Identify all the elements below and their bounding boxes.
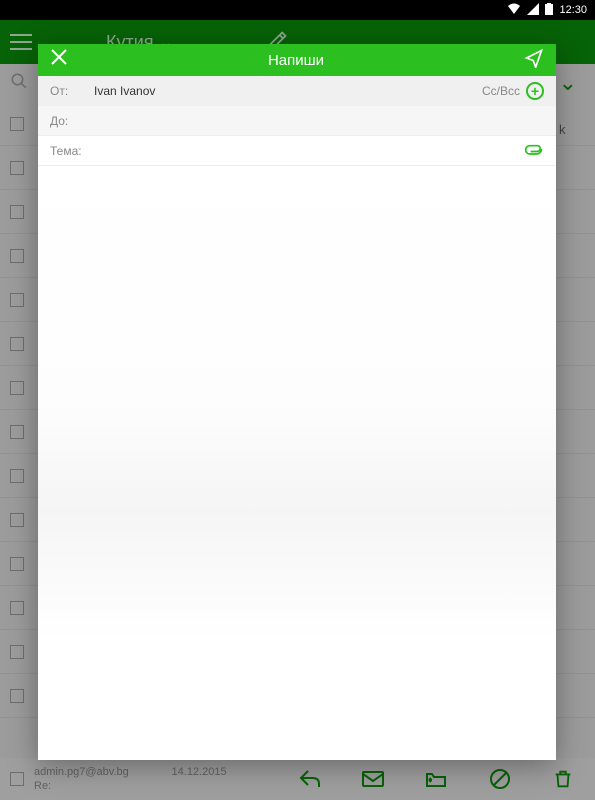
compose-header: Напиши xyxy=(38,44,556,76)
attach-icon[interactable] xyxy=(524,141,544,160)
subject-label: Тема: xyxy=(50,144,94,158)
compose-body[interactable] xyxy=(38,166,556,760)
from-value: Ivan Ivanov xyxy=(94,84,155,98)
compose-title: Напиши xyxy=(68,52,524,69)
ccbcc-toggle[interactable]: Cc/Bcc xyxy=(482,84,520,98)
from-label: От: xyxy=(50,84,94,98)
to-label: До: xyxy=(50,114,94,128)
to-field[interactable]: До: xyxy=(38,106,556,136)
battery-icon xyxy=(545,3,553,18)
status-time: 12:30 xyxy=(559,4,587,16)
send-button[interactable] xyxy=(524,48,544,73)
from-field[interactable]: От: Ivan Ivanov Cc/Bcc + xyxy=(38,76,556,106)
close-button[interactable] xyxy=(50,48,68,72)
signal-icon xyxy=(527,3,539,18)
status-icons: 12:30 xyxy=(507,3,587,18)
subject-field[interactable]: Тема: xyxy=(38,136,556,166)
add-recipient-button[interactable]: + xyxy=(526,82,544,100)
compose-panel: Напиши От: Ivan Ivanov Cc/Bcc + До: Тема… xyxy=(38,44,556,760)
android-status-bar: 12:30 xyxy=(0,0,595,20)
peek-text: k xyxy=(559,66,595,137)
wifi-icon xyxy=(507,3,521,18)
